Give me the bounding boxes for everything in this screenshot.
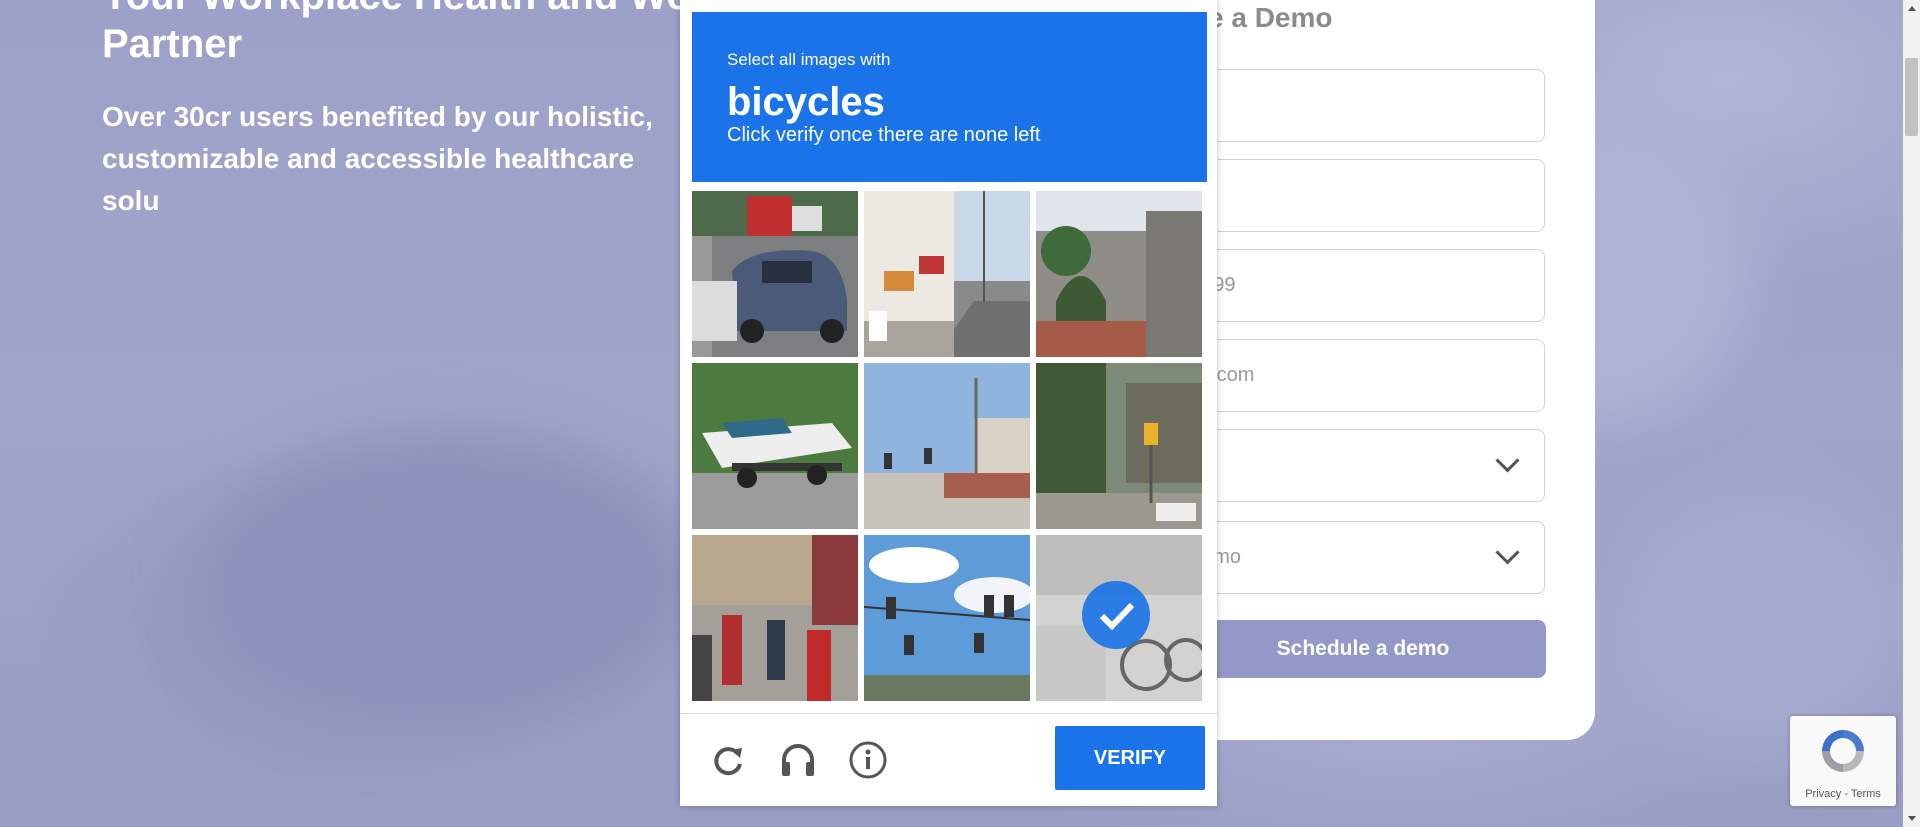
company-field[interactable]: nt — [1180, 159, 1545, 232]
form-title: e a Demo — [1208, 2, 1333, 33]
captcha-tile-traffic-lights-sky[interactable] — [864, 535, 1030, 701]
hero-subtitle-line1: Over 30cr users benefited by our holisti… — [102, 101, 653, 132]
captcha-target: bicycles — [727, 80, 885, 124]
captcha-tile-crowd-street[interactable] — [692, 535, 858, 701]
captcha-hint: Click verify once there are none left — [727, 124, 1041, 146]
verify-button[interactable]: VERIFY — [1055, 726, 1205, 790]
scrollbar-thumb[interactable] — [1905, 58, 1918, 136]
captcha-tile-arch-wall[interactable] — [1036, 191, 1202, 357]
scroll-up-arrow-icon[interactable] — [1908, 6, 1916, 11]
hero-title-line2: Partner — [102, 22, 243, 66]
captcha-tile-street-shops[interactable] — [864, 191, 1030, 357]
captcha-tile-traffic-pole[interactable] — [864, 363, 1030, 529]
hero-subtitle-line2: customizable and accessible healthcare s… — [102, 143, 635, 216]
captcha-tile-boat-trailer[interactable] — [692, 363, 858, 529]
demo-type-select[interactable]: demo — [1180, 521, 1545, 594]
captcha-header: Select all images with bicycles Click ve… — [692, 12, 1207, 182]
captcha-footer: VERIFY — [680, 713, 1217, 807]
captcha-instruction: Select all images with — [727, 50, 891, 69]
hero-title: Your Workplace Health and We Partner — [102, 0, 702, 68]
hero-title-line1: Your Workplace Health and We — [102, 0, 702, 20]
schedule-demo-button[interactable]: Schedule a demo — [1180, 620, 1546, 678]
recaptcha-badge[interactable]: Privacy - Terms — [1790, 716, 1896, 806]
audio-challenge-icon[interactable] — [778, 740, 818, 780]
email-field[interactable]: ail.com — [1180, 339, 1545, 412]
company-size-select[interactable]: ) — [1180, 429, 1545, 502]
reload-icon[interactable] — [708, 740, 748, 780]
info-icon[interactable] — [848, 740, 888, 780]
chevron-down-icon — [1495, 448, 1520, 473]
captcha-tile-parked-bicycles[interactable] — [1036, 535, 1202, 701]
privacy-terms-link[interactable]: Privacy - Terms — [1790, 788, 1896, 800]
hero-subtitle: Over 30cr users benefited by our holisti… — [102, 96, 682, 222]
scroll-down-arrow-icon[interactable] — [1908, 816, 1916, 821]
phone-field[interactable]: 9999 — [1180, 249, 1545, 322]
recaptcha-logo-icon — [1816, 724, 1870, 783]
captcha-tile-traffic-light-trees[interactable] — [1036, 363, 1202, 529]
recaptcha-challenge: Select all images with bicycles Click ve… — [680, 0, 1217, 806]
captcha-tile-cars-on-road[interactable] — [692, 191, 858, 357]
name-field[interactable] — [1180, 69, 1545, 142]
chevron-down-icon — [1495, 540, 1520, 565]
page-scrollbar[interactable] — [1903, 0, 1920, 827]
selected-check-icon — [1082, 581, 1150, 649]
